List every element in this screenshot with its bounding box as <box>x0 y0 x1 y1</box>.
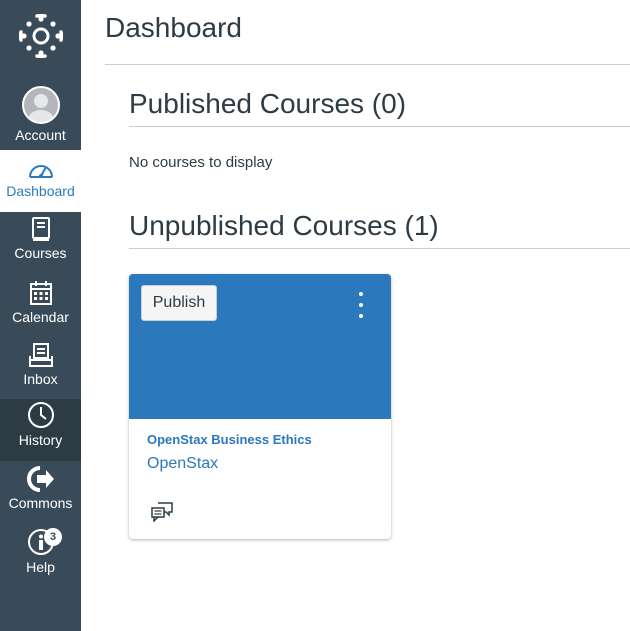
nav-commons-label: Commons <box>8 495 73 511</box>
nav-inbox-label: Inbox <box>23 371 58 387</box>
nav-help[interactable]: Help <box>0 526 81 588</box>
nav-account-label: Account <box>15 127 66 143</box>
discussions-icon[interactable] <box>151 502 173 527</box>
nav-courses-label: Courses <box>14 245 67 261</box>
nav-commons[interactable]: Commons <box>0 462 81 524</box>
published-divider <box>129 126 630 127</box>
course-card[interactable]: Publish OpenStax Business Ethics OpenSta… <box>129 274 391 539</box>
commons-icon <box>26 462 55 492</box>
avatar <box>21 86 60 124</box>
nav-dashboard-label: Dashboard <box>6 183 75 199</box>
main-content: Dashboard Published Courses (0) No cours… <box>81 0 630 631</box>
nav-calendar-label: Calendar <box>12 309 69 325</box>
publish-button[interactable]: Publish <box>141 285 217 321</box>
nav-history-label: History <box>18 432 63 448</box>
nav-dashboard[interactable]: Dashboard <box>0 150 81 212</box>
no-courses-message: No courses to display <box>129 154 273 171</box>
nav-inbox[interactable]: Inbox <box>0 338 81 400</box>
nav-courses[interactable]: Courses <box>0 212 81 274</box>
calendar-icon <box>29 276 53 306</box>
help-notification-badge: 3 <box>44 528 62 546</box>
published-courses-heading: Published Courses (0) <box>129 88 407 119</box>
nav-calendar[interactable]: Calendar <box>0 276 81 338</box>
clock-icon <box>27 399 55 429</box>
global-nav-sidebar: Account Dashboard Courses Calendar Inbox… <box>0 0 81 631</box>
card-options-icon[interactable] <box>349 292 373 318</box>
course-subtitle: OpenStax <box>147 455 219 472</box>
course-name-link[interactable]: OpenStax Business Ethics <box>147 432 312 447</box>
nav-account[interactable]: Account <box>0 72 81 150</box>
canvas-logo-icon[interactable] <box>0 0 81 72</box>
inbox-icon <box>28 338 54 368</box>
book-icon <box>30 212 52 242</box>
nav-help-label: Help <box>26 559 55 575</box>
page-title: Dashboard <box>105 12 242 43</box>
unpublished-divider <box>129 248 630 249</box>
title-divider <box>105 64 630 65</box>
unpublished-courses-heading: Unpublished Courses (1) <box>129 210 439 241</box>
dashboard-icon <box>27 150 55 180</box>
nav-history[interactable]: History <box>0 399 81 461</box>
